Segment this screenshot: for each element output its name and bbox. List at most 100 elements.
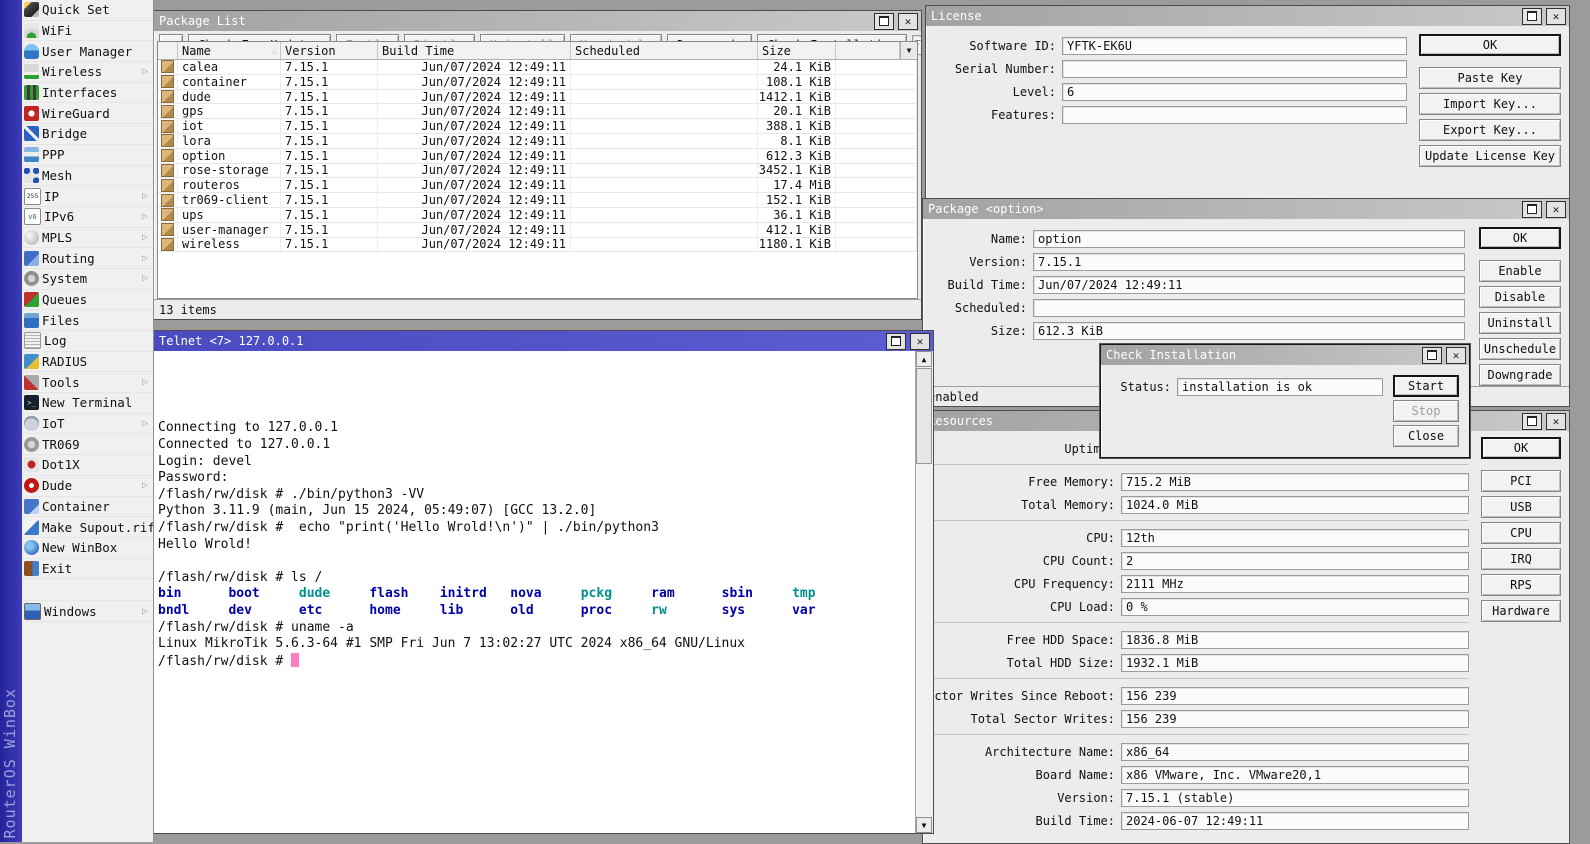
close-button[interactable]: ✕ bbox=[910, 333, 930, 350]
package-option-titlebar[interactable]: Package <option> ✕ bbox=[923, 199, 1569, 219]
sidebar-item-dude[interactable]: Dude▷ bbox=[22, 476, 153, 497]
sidebar-item-bridge[interactable]: Bridge bbox=[22, 124, 153, 145]
field-value-version-[interactable]: 7.15.1 (stable) bbox=[1121, 789, 1469, 807]
close-button[interactable]: ✕ bbox=[1546, 413, 1566, 430]
sidebar-item-wifi[interactable]: WiFi bbox=[22, 21, 153, 42]
field-value-level-[interactable]: 6 bbox=[1062, 83, 1407, 101]
sidebar-item-system[interactable]: System▷ bbox=[22, 269, 153, 290]
field-value-scheduled-[interactable] bbox=[1033, 299, 1465, 317]
check-installation-titlebar[interactable]: Check Installation ✕ bbox=[1101, 345, 1469, 365]
package-table-header[interactable]: Name△VersionBuild TimeScheduledSize▼ bbox=[158, 42, 917, 60]
pci-button[interactable]: PCI bbox=[1481, 470, 1561, 492]
uninstall-button[interactable]: Uninstall bbox=[1479, 312, 1561, 334]
rps-button[interactable]: RPS bbox=[1481, 574, 1561, 596]
import-key--button[interactable]: Import Key... bbox=[1419, 93, 1561, 115]
maximize-button[interactable] bbox=[1522, 8, 1542, 25]
column-header-size[interactable]: Size bbox=[758, 42, 836, 59]
cpu-button[interactable]: CPU bbox=[1481, 522, 1561, 544]
ok-button[interactable]: OK bbox=[1479, 227, 1561, 249]
table-row-calea[interactable]: calea7.15.1Jun/07/2024 12:49:1124.1 KiB bbox=[158, 60, 917, 75]
sidebar-item-windows[interactable]: Windows▷ bbox=[22, 601, 153, 622]
sidebar-item-mesh[interactable]: Mesh bbox=[22, 166, 153, 187]
sidebar-item-wireless[interactable]: Wireless▷ bbox=[22, 62, 153, 83]
field-value-version-[interactable]: 7.15.1 bbox=[1033, 253, 1465, 271]
paste-key-button[interactable]: Paste Key bbox=[1419, 67, 1561, 89]
field-value-features-[interactable] bbox=[1062, 106, 1407, 124]
sidebar-item-exit[interactable]: Exit bbox=[22, 559, 153, 580]
table-row-rose-storage[interactable]: rose-storage7.15.1Jun/07/2024 12:49:1134… bbox=[158, 164, 917, 179]
ok-button[interactable]: OK bbox=[1481, 437, 1561, 459]
field-value-build-time-[interactable]: 2024-06-07 12:49:11 bbox=[1121, 812, 1469, 830]
close-button[interactable]: Close bbox=[1393, 425, 1459, 447]
sidebar-item-ip[interactable]: 255IP▷ bbox=[22, 186, 153, 207]
sidebar-item-mpls[interactable]: MPLS▷ bbox=[22, 228, 153, 249]
table-row-wireless[interactable]: wireless7.15.1Jun/07/2024 12:49:111180.1… bbox=[158, 238, 917, 253]
maximize-button[interactable] bbox=[1522, 413, 1542, 430]
field-value-cpu-load-[interactable]: 0 % bbox=[1121, 598, 1469, 616]
column-header-scheduled[interactable]: Scheduled bbox=[571, 42, 758, 59]
scroll-up-button[interactable]: ▲ bbox=[916, 351, 932, 367]
field-value-cpu-[interactable]: 12th bbox=[1121, 529, 1469, 547]
license-titlebar[interactable]: License ✕ bbox=[926, 6, 1569, 26]
close-button[interactable]: ✕ bbox=[1546, 201, 1566, 218]
maximize-button[interactable] bbox=[874, 13, 894, 30]
disable-button[interactable]: Disable bbox=[1479, 286, 1561, 308]
sidebar-item-quick-set[interactable]: Quick Set bbox=[22, 0, 153, 21]
table-row-tr069-client[interactable]: tr069-client7.15.1Jun/07/2024 12:49:1115… bbox=[158, 193, 917, 208]
sidebar-item-ppp[interactable]: PPP bbox=[22, 145, 153, 166]
unschedule-button[interactable]: Unschedule bbox=[1479, 338, 1561, 360]
downgrade-button[interactable]: Downgrade bbox=[1479, 364, 1561, 386]
ok-button[interactable]: OK bbox=[1419, 34, 1561, 56]
table-row-dude[interactable]: dude7.15.1Jun/07/2024 12:49:111412.1 KiB bbox=[158, 90, 917, 105]
maximize-button[interactable] bbox=[1522, 201, 1542, 218]
close-button[interactable]: ✕ bbox=[898, 13, 918, 30]
field-value-serial-number-[interactable] bbox=[1062, 60, 1407, 78]
sidebar-item-tools[interactable]: Tools▷ bbox=[22, 372, 153, 393]
sidebar-item-interfaces[interactable]: Interfaces bbox=[22, 83, 153, 104]
start-button[interactable]: Start bbox=[1393, 375, 1459, 397]
field-value-status-[interactable]: installation is ok bbox=[1177, 378, 1383, 396]
sidebar-item-radius[interactable]: RADIUS bbox=[22, 352, 153, 373]
close-button[interactable]: ✕ bbox=[1546, 8, 1566, 25]
sidebar-item-iot[interactable]: IoT▷ bbox=[22, 414, 153, 435]
sidebar-item-dot1x[interactable]: Dot1X bbox=[22, 455, 153, 476]
field-value-total-sector-writes-[interactable]: 156 239 bbox=[1121, 710, 1469, 728]
sidebar-item-log[interactable]: Log bbox=[22, 331, 153, 352]
package-list-titlebar[interactable]: Package List ✕ bbox=[154, 11, 921, 31]
maximize-button[interactable] bbox=[1422, 347, 1442, 364]
enable-button[interactable]: Enable bbox=[1479, 260, 1561, 282]
column-header-name[interactable]: Name△ bbox=[178, 42, 281, 59]
scroll-down-button[interactable]: ▼ bbox=[916, 817, 932, 833]
close-button[interactable]: ✕ bbox=[1446, 347, 1466, 364]
field-value-cpu-count-[interactable]: 2 bbox=[1121, 552, 1469, 570]
field-value-software-id-[interactable]: YFTK-EK6U bbox=[1062, 37, 1407, 55]
table-row-option[interactable]: option7.15.1Jun/07/2024 12:49:11612.3 Ki… bbox=[158, 149, 917, 164]
sidebar-item-new-winbox[interactable]: New WinBox bbox=[22, 538, 153, 559]
table-row-gps[interactable]: gps7.15.1Jun/07/2024 12:49:1120.1 KiB bbox=[158, 104, 917, 119]
field-value-name-[interactable]: option bbox=[1033, 230, 1465, 248]
maximize-button[interactable] bbox=[886, 333, 906, 350]
field-value-sector-writes-since-reboot-[interactable]: 156 239 bbox=[1121, 687, 1469, 705]
column-header-build-time[interactable]: Build Time bbox=[378, 42, 571, 59]
update-license-key-button[interactable]: Update License Key bbox=[1419, 145, 1561, 167]
field-value-total-memory-[interactable]: 1024.0 MiB bbox=[1121, 496, 1469, 514]
field-value-board-name-[interactable]: x86 VMware, Inc. VMware20,1 bbox=[1121, 766, 1469, 784]
sidebar-item-ipv6[interactable]: v6IPv6▷ bbox=[22, 207, 153, 228]
terminal-scrollbar[interactable]: ▲ ▼ bbox=[915, 351, 933, 833]
package-table[interactable]: Name△VersionBuild TimeScheduledSize▼ cal… bbox=[157, 41, 918, 299]
field-value-build-time-[interactable]: Jun/07/2024 12:49:11 bbox=[1033, 276, 1465, 294]
table-row-ups[interactable]: ups7.15.1Jun/07/2024 12:49:1136.1 KiB bbox=[158, 208, 917, 223]
sidebar-item-container[interactable]: Container bbox=[22, 497, 153, 518]
irq-button[interactable]: IRQ bbox=[1481, 548, 1561, 570]
sidebar-item-queues[interactable]: Queues bbox=[22, 290, 153, 311]
table-row-container[interactable]: container7.15.1Jun/07/2024 12:49:11108.1… bbox=[158, 75, 917, 90]
table-row-user-manager[interactable]: user-manager7.15.1Jun/07/2024 12:49:1141… bbox=[158, 223, 917, 238]
field-value-free-hdd-space-[interactable]: 1836.8 MiB bbox=[1121, 631, 1469, 649]
sidebar-item-new-terminal[interactable]: >_New Terminal bbox=[22, 393, 153, 414]
sidebar-item-files[interactable]: Files bbox=[22, 310, 153, 331]
field-value-size-[interactable]: 612.3 KiB bbox=[1033, 322, 1465, 340]
sidebar-item-user-manager[interactable]: User Manager bbox=[22, 41, 153, 62]
usb-button[interactable]: USB bbox=[1481, 496, 1561, 518]
telnet-titlebar[interactable]: Telnet <7> 127.0.0.1 ✕ bbox=[154, 331, 933, 351]
column-select-button[interactable]: ▼ bbox=[900, 42, 917, 59]
